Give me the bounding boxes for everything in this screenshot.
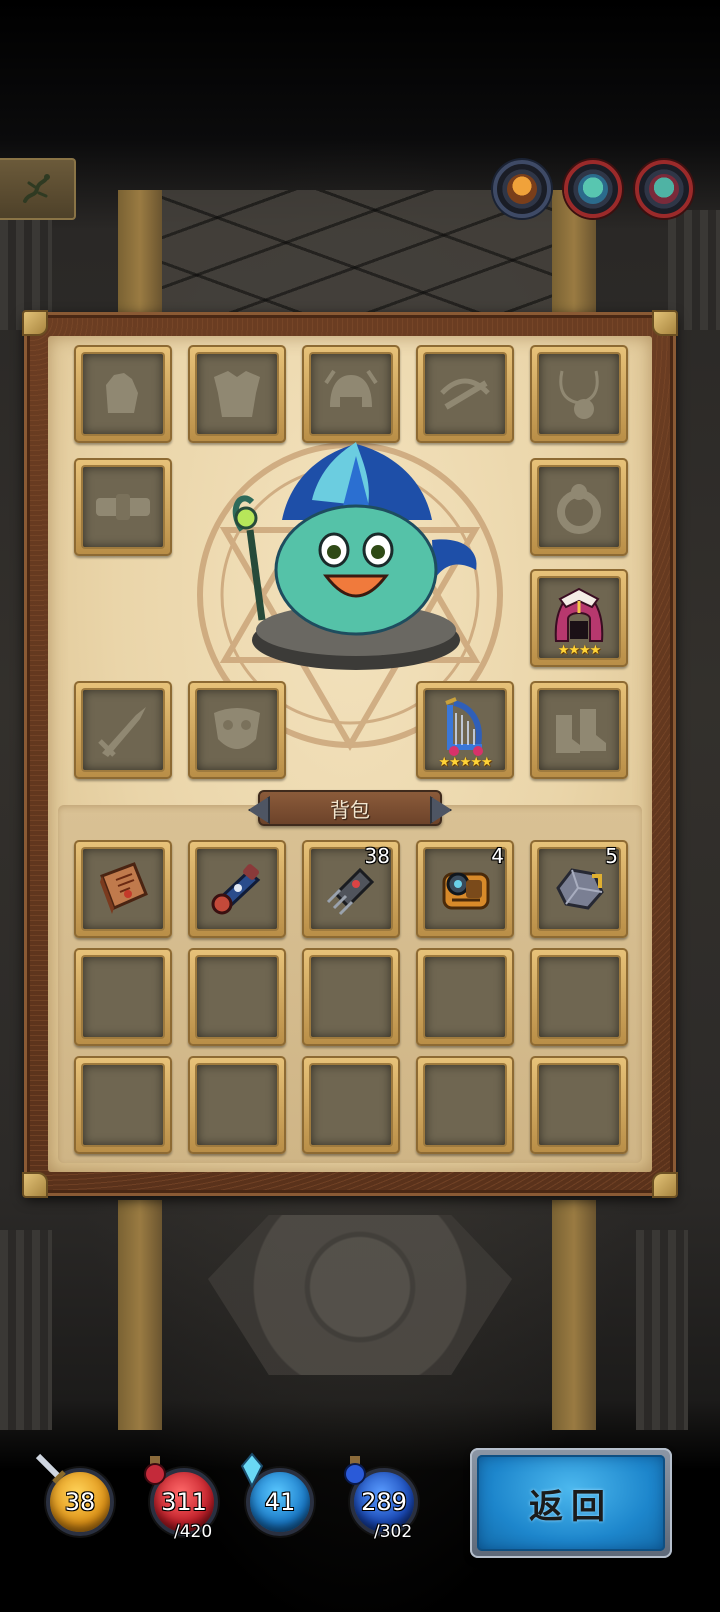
party-portrait-1[interactable] bbox=[493, 160, 551, 218]
book-icon bbox=[100, 862, 148, 914]
frame-corner bbox=[652, 1172, 678, 1198]
frame-corner bbox=[652, 310, 678, 336]
equip-slot-harp[interactable]: ★★★★★ bbox=[416, 681, 514, 779]
cannon-icon bbox=[211, 864, 261, 915]
mana-max: /302 bbox=[374, 1522, 413, 1542]
bag-slot[interactable]: 4 bbox=[416, 840, 514, 938]
stone-wall bbox=[160, 190, 560, 325]
sword-icon bbox=[98, 707, 146, 757]
map-button[interactable] bbox=[0, 158, 76, 220]
harp-icon bbox=[445, 697, 483, 756]
return-button-face: 返回 bbox=[477, 1455, 665, 1551]
frame-corner bbox=[22, 1172, 48, 1198]
defense-stat: 41 bbox=[240, 1452, 316, 1538]
equip-slot-belt[interactable] bbox=[74, 458, 172, 556]
equip-slot-crossbow[interactable] bbox=[416, 345, 514, 443]
return-button[interactable]: 返回 bbox=[470, 1448, 672, 1558]
boots-icon bbox=[556, 709, 606, 753]
bag-slot-empty[interactable] bbox=[530, 948, 628, 1046]
backpack-banner: 背包 bbox=[258, 790, 442, 826]
bag-slot-empty[interactable] bbox=[530, 1056, 628, 1154]
beam-bottom-left bbox=[118, 1200, 162, 1430]
equip-slot-mask[interactable] bbox=[188, 681, 286, 779]
bag-slot[interactable]: 38 bbox=[302, 840, 400, 938]
mana-stat: 289 /302 bbox=[344, 1456, 420, 1542]
attack-value: 38 bbox=[64, 1488, 96, 1516]
item-count: 5 bbox=[605, 844, 618, 868]
bag-slot[interactable]: 5 bbox=[530, 840, 628, 938]
pillar-bottom-right bbox=[636, 1230, 688, 1430]
dragon-map-icon bbox=[23, 174, 50, 203]
equip-slot-hood[interactable]: ★★★★ bbox=[530, 569, 628, 667]
bag-slot-empty[interactable] bbox=[416, 948, 514, 1046]
belt-icon bbox=[96, 494, 150, 520]
hero-face-icon bbox=[507, 174, 537, 204]
bag-slot-empty[interactable] bbox=[74, 948, 172, 1046]
chest-armor-icon bbox=[214, 371, 260, 417]
equip-slot-amulet[interactable] bbox=[530, 345, 628, 443]
bag-slot-empty[interactable] bbox=[188, 948, 286, 1046]
star-rating: ★★★★★ bbox=[438, 755, 492, 770]
bag-slot[interactable] bbox=[188, 840, 286, 938]
gloves-icon bbox=[106, 373, 138, 413]
slime-face-icon bbox=[578, 174, 608, 204]
bag-slot-empty[interactable] bbox=[416, 1056, 514, 1154]
floor-seal bbox=[208, 1215, 512, 1375]
equip-slot-helmet[interactable] bbox=[302, 345, 400, 443]
equip-slot-gloves[interactable] bbox=[74, 345, 172, 443]
party-portrait-3[interactable] bbox=[635, 160, 693, 218]
bag-slot-empty[interactable] bbox=[302, 948, 400, 1046]
ring-icon bbox=[557, 484, 601, 534]
bag-slot[interactable] bbox=[74, 840, 172, 938]
defense-value: 41 bbox=[264, 1488, 296, 1516]
bag-slot-empty[interactable] bbox=[74, 1056, 172, 1154]
item-count: 38 bbox=[364, 844, 390, 868]
return-label: 返回 bbox=[529, 1486, 613, 1527]
amulet-icon bbox=[559, 370, 599, 419]
helmet-icon bbox=[324, 369, 378, 407]
equip-slot-chest[interactable] bbox=[188, 345, 286, 443]
crossbow-icon bbox=[440, 378, 490, 410]
item-count: 4 bbox=[491, 844, 504, 868]
bag-slot-empty[interactable] bbox=[188, 1056, 286, 1154]
frame-corner bbox=[22, 310, 48, 336]
slime-hero bbox=[232, 442, 477, 670]
backpack-gear-icon bbox=[442, 872, 490, 910]
ore-icon bbox=[556, 868, 604, 910]
equip-slot-ring[interactable] bbox=[530, 458, 628, 556]
health-stat: 311 /420 bbox=[144, 1456, 220, 1542]
equip-slot-boots[interactable] bbox=[530, 681, 628, 779]
attack-stat: 38 bbox=[35, 1453, 116, 1538]
equip-slot-weapon[interactable] bbox=[74, 681, 172, 779]
star-rating: ★★★★ bbox=[557, 643, 602, 658]
backpack-title: 背包 bbox=[330, 797, 370, 822]
beam-left bbox=[118, 190, 162, 325]
slime-face-icon bbox=[649, 174, 679, 204]
health-max: /420 bbox=[174, 1522, 213, 1542]
beam-bottom-right bbox=[552, 1200, 596, 1430]
party-portrait-2[interactable] bbox=[564, 160, 622, 218]
pillar-bottom-left bbox=[0, 1230, 52, 1430]
hood-icon bbox=[554, 587, 604, 642]
mask-icon bbox=[214, 708, 260, 749]
bag-slot-empty[interactable] bbox=[302, 1056, 400, 1154]
